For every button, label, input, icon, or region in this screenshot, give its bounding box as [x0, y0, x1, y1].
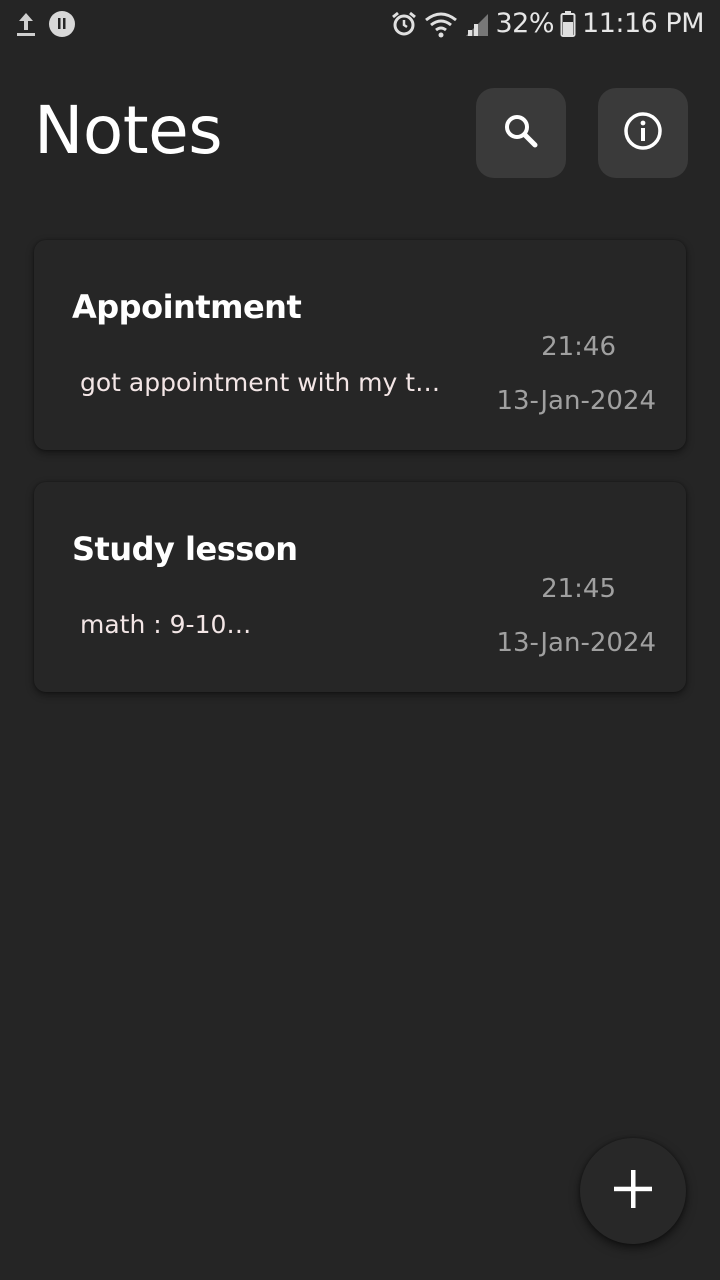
- plus-icon: [612, 1168, 654, 1215]
- add-note-button[interactable]: [580, 1138, 686, 1244]
- notes-list: Appointment got appointment with my te… …: [34, 240, 686, 724]
- note-date: 13-Jan-2024: [496, 386, 656, 416]
- note-card[interactable]: Appointment got appointment with my te… …: [34, 240, 686, 450]
- search-button[interactable]: [476, 88, 566, 178]
- wifi-icon: [424, 10, 458, 38]
- battery-icon: [560, 10, 576, 38]
- search-icon: [501, 111, 541, 156]
- note-date: 13-Jan-2024: [496, 628, 656, 658]
- note-time: 21:45: [541, 574, 616, 604]
- note-preview: got appointment with my te…: [80, 368, 450, 397]
- upload-icon: [14, 10, 38, 38]
- note-title: Appointment: [72, 288, 302, 326]
- page-title: Notes: [34, 92, 223, 169]
- note-card[interactable]: Study lesson math : 9-10… 21:45 13-Jan-2…: [34, 482, 686, 692]
- alarm-icon: [390, 10, 418, 38]
- note-time: 21:46: [541, 332, 616, 362]
- battery-percent: 32%: [495, 8, 555, 39]
- signal-icon: [464, 10, 490, 38]
- notification-icon: [48, 10, 76, 38]
- status-bar: 32% 11:16 PM: [0, 0, 720, 50]
- info-icon: [622, 110, 664, 157]
- note-title: Study lesson: [72, 530, 298, 568]
- note-preview: math : 9-10…: [80, 610, 252, 639]
- info-button[interactable]: [598, 88, 688, 178]
- status-time: 11:16 PM: [582, 8, 704, 39]
